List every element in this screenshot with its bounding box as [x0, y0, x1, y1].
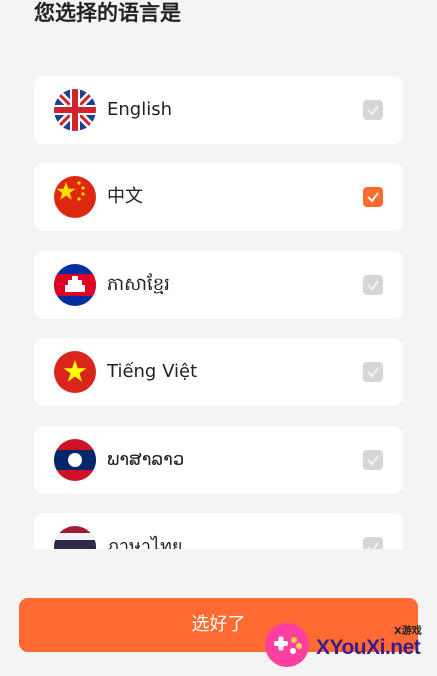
watermark-text: XYouXi.net	[316, 636, 421, 659]
laos-flag-icon	[54, 439, 96, 481]
uk-flag-icon	[54, 89, 96, 131]
language-select-screen: 您选择的语言是 English 中文 ភាសាខ្មែរ Tiếng Việt …	[0, 0, 437, 676]
language-label: Tiếng Việt	[107, 361, 198, 382]
language-label: ភាសាខ្មែរ	[107, 274, 170, 295]
watermark-tag: X游戏	[394, 626, 422, 637]
language-list[interactable]: English 中文 ភាសាខ្មែរ Tiếng Việt ພາສາລາວ …	[34, 76, 403, 549]
language-label: English	[107, 99, 172, 120]
vietnam-flag-icon	[54, 351, 96, 393]
language-label: ภาษาไทย	[107, 536, 183, 549]
language-option-khmer[interactable]: ភាសាខ្មែរ	[34, 251, 403, 319]
language-label: 中文	[107, 186, 143, 207]
site-watermark: X游戏 XYouXi.net	[258, 614, 437, 676]
language-option-chinese[interactable]: 中文	[34, 163, 403, 231]
language-checkbox-checked[interactable]	[363, 187, 383, 207]
language-checkbox[interactable]	[363, 362, 383, 382]
language-option-thai[interactable]: ภาษาไทย	[34, 513, 403, 549]
language-label: ພາສາລາວ	[107, 449, 185, 470]
language-checkbox[interactable]	[363, 100, 383, 120]
language-checkbox[interactable]	[363, 450, 383, 470]
china-flag-icon	[54, 176, 96, 218]
language-checkbox[interactable]	[363, 275, 383, 295]
language-checkbox[interactable]	[363, 537, 383, 549]
language-option-english[interactable]: English	[34, 76, 403, 144]
cambodia-flag-icon	[54, 264, 96, 306]
language-option-vietnamese[interactable]: Tiếng Việt	[34, 338, 403, 406]
page-title: 您选择的语言是	[34, 1, 181, 25]
gamepad-logo-icon	[265, 623, 309, 667]
thailand-flag-icon	[54, 526, 96, 549]
language-option-lao[interactable]: ພາສາລາວ	[34, 426, 403, 494]
